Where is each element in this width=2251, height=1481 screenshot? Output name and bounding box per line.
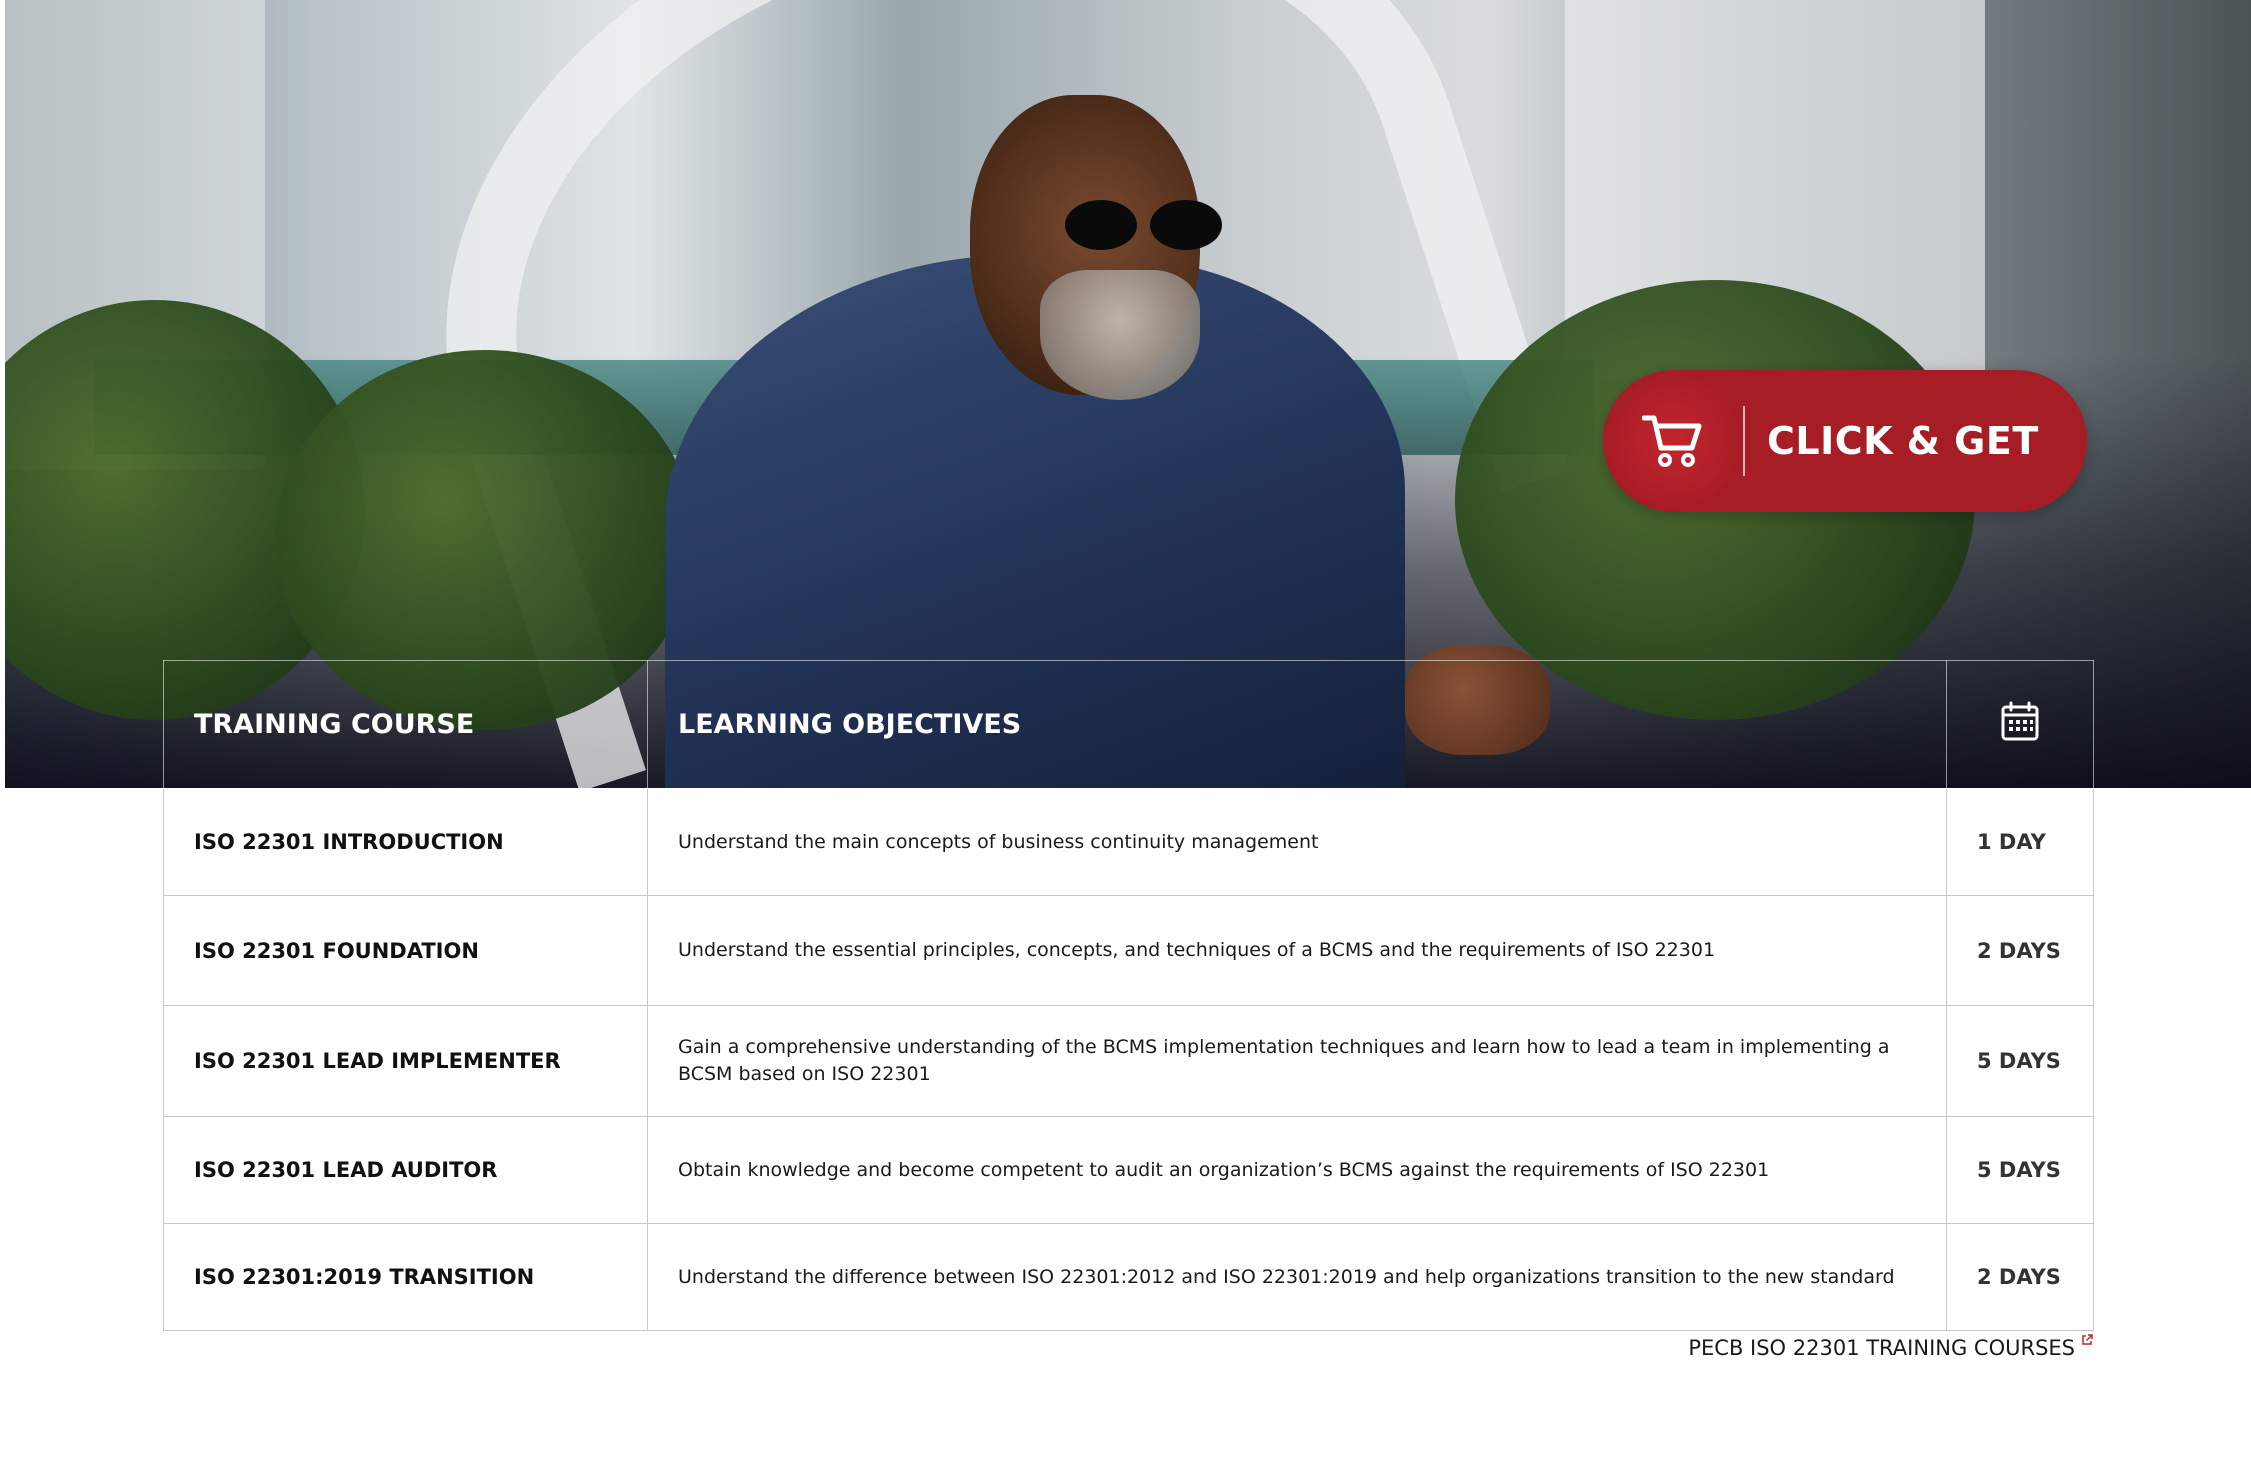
calendar-icon <box>2001 701 2039 741</box>
course-name: ISO 22301 LEAD IMPLEMENTER <box>163 1005 648 1117</box>
footer-link-label: PECB ISO 22301 TRAINING COURSES <box>1688 1336 2075 1360</box>
course-duration: 5 DAYS <box>1946 1116 2094 1224</box>
course-duration: 2 DAYS <box>1946 1223 2094 1331</box>
shopping-cart-icon <box>1642 415 1702 467</box>
table-row: ISO 22301 LEAD AUDITOR Obtain knowledge … <box>163 1116 2094 1224</box>
cta-label: CLICK & GET <box>1767 419 2039 463</box>
person-beard <box>1040 270 1200 400</box>
course-objective: Understand the essential principles, con… <box>647 895 1947 1006</box>
course-objective: Gain a comprehensive understanding of th… <box>647 1005 1947 1117</box>
cta-divider <box>1743 406 1745 476</box>
course-objective: Obtain knowledge and become competent to… <box>647 1116 1947 1224</box>
cart-icon-wrapper <box>1603 370 1743 512</box>
table-row: ISO 22301 INTRODUCTION Understand the ma… <box>163 788 2094 896</box>
table-header-row: TRAINING COURSE LEARNING OBJECTIVES <box>163 660 2094 789</box>
courses-table-container: TRAINING COURSE LEARNING OBJECTIVES ISO … <box>163 660 2094 1331</box>
course-name: ISO 22301 INTRODUCTION <box>163 788 648 896</box>
external-link-icon <box>2082 1334 2093 1345</box>
course-objective: Understand the main concepts of business… <box>647 788 1947 896</box>
header-learning-objectives: LEARNING OBJECTIVES <box>647 660 1947 789</box>
course-name: ISO 22301 FOUNDATION <box>163 895 648 1006</box>
table-row: ISO 22301 LEAD IMPLEMENTER Gain a compre… <box>163 1005 2094 1117</box>
table-row: ISO 22301 FOUNDATION Understand the esse… <box>163 895 2094 1006</box>
header-duration <box>1946 660 2094 789</box>
course-duration: 2 DAYS <box>1946 895 2094 1006</box>
table-row: ISO 22301:2019 TRANSITION Understand the… <box>163 1223 2094 1331</box>
course-duration: 1 DAY <box>1946 788 2094 896</box>
header-training-course: TRAINING COURSE <box>163 660 648 789</box>
click-and-get-button[interactable]: CLICK & GET <box>1603 370 2087 512</box>
course-objective: Understand the difference between ISO 22… <box>647 1223 1947 1331</box>
course-name: ISO 22301:2019 TRANSITION <box>163 1223 648 1331</box>
course-duration: 5 DAYS <box>1946 1005 2094 1117</box>
pecb-training-courses-link[interactable]: PECB ISO 22301 TRAINING COURSES <box>1688 1334 2093 1360</box>
sunglasses <box>1055 200 1225 250</box>
course-name: ISO 22301 LEAD AUDITOR <box>163 1116 648 1224</box>
courses-table: TRAINING COURSE LEARNING OBJECTIVES ISO … <box>163 660 2094 1331</box>
